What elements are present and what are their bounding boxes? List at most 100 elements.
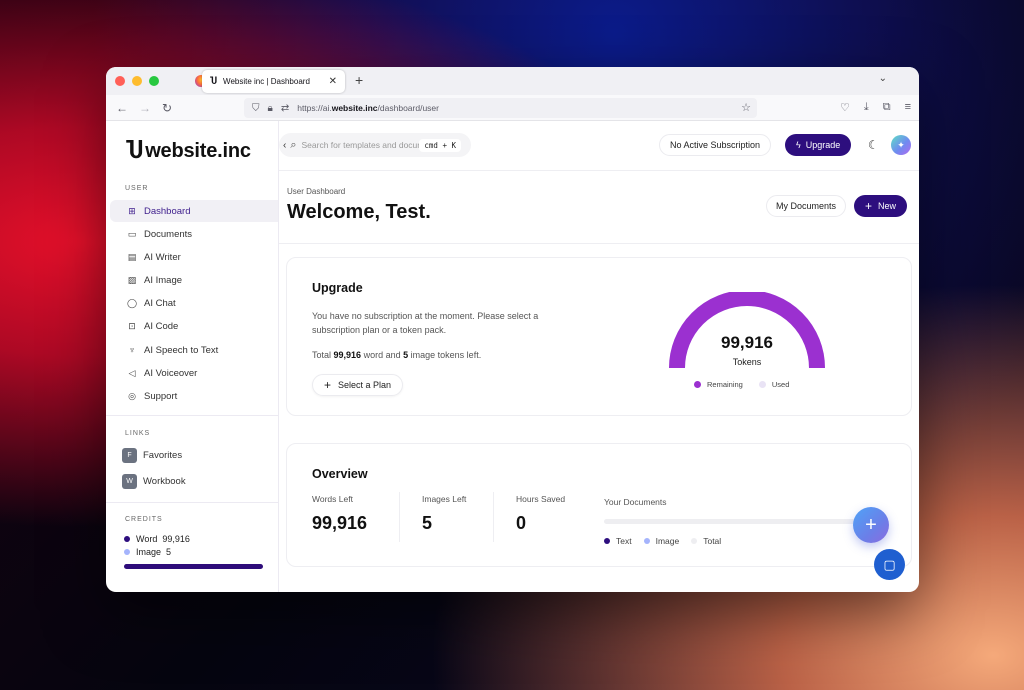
maximize-window-button[interactable] (149, 76, 159, 86)
search-icon: ⌕ (290, 138, 297, 151)
app-body: Ⴎ website.inc USER ⊞ Dashboard ▭ Documen… (106, 121, 919, 592)
back-arrow-icon[interactable]: ← (116, 101, 128, 115)
search-input[interactable]: Search for templates and documents... (302, 140, 420, 150)
sidebar-item-ai-image[interactable]: ▨ AI Image (110, 270, 278, 292)
browser-tabbar: Ⴎ Website inc | Dashboard ✕ + ⌄ (106, 67, 919, 95)
upgrade-card: Upgrade You have no subscription at the … (286, 257, 912, 416)
section-label-credits: CREDITS (125, 515, 163, 523)
close-tab-icon[interactable]: ✕ (329, 76, 337, 87)
page-title: Welcome, Test. (287, 201, 431, 223)
minimize-window-button[interactable] (132, 76, 142, 86)
stat-words-left: Words Left 99,916 (312, 494, 367, 534)
bookmark-star-icon[interactable]: ☆ (741, 101, 751, 114)
legend-used: Used (771, 380, 790, 389)
reload-icon[interactable]: ↻ (162, 101, 172, 115)
link-item-workbook[interactable]: W Workbook (106, 469, 278, 495)
stat-value: 99,916 (312, 513, 368, 533)
support-chat-button[interactable]: ▢ (874, 549, 905, 580)
collapse-sidebar-icon[interactable]: ‹ (283, 140, 286, 151)
legend-text: Text (616, 536, 632, 546)
chevron-down-icon[interactable]: ⌄ (879, 73, 887, 84)
add-floating-button[interactable]: + (853, 507, 889, 543)
overview-title: Overview (312, 467, 368, 481)
sidebar-item-label: AI Speech to Text (144, 344, 219, 356)
sidebar-item-dashboard[interactable]: ⊞ Dashboard (110, 200, 278, 222)
stat-label: Images Left (422, 494, 467, 504)
window-controls (115, 76, 159, 86)
tokens-summary: Total 99,916 word and 5 image tokens lef… (312, 350, 482, 360)
stat-hours-saved: Hours Saved 0 (516, 494, 565, 534)
credit-label: Image (136, 547, 162, 558)
sidebar-item-ai-voiceover[interactable]: ◁ AI Voiceover (110, 362, 278, 384)
sidebar-item-ai-writer[interactable]: ▤ AI Writer (110, 246, 278, 268)
image-icon: ▨ (127, 275, 137, 286)
gauge-value: 99,916 (721, 333, 773, 352)
terminal-icon: ⊡ (128, 321, 136, 332)
total-dot-icon (691, 538, 698, 544)
your-documents-label: Your Documents (604, 497, 667, 507)
pocket-icon[interactable]: ♡ (840, 101, 850, 114)
download-icon[interactable]: ⤓ (864, 101, 869, 114)
archive-icon: ▭ (127, 228, 137, 239)
stat-divider (399, 492, 400, 542)
shield-icon[interactable]: ⛉ (252, 103, 260, 114)
site-favicon-icon: Ⴎ (210, 76, 218, 86)
stat-label: Words Left (312, 494, 353, 504)
legend-image: Image (655, 536, 680, 546)
used-dot-icon (758, 381, 766, 388)
sidebar-item-label: AI Writer (144, 251, 181, 263)
url-text: https://ai.website.inc/dashboard/user (297, 103, 439, 113)
sidebar-item-ai-chat[interactable]: ◯ AI Chat (110, 293, 278, 315)
shortcut-hint: cmd + K (419, 138, 461, 152)
permissions-icon[interactable]: ⇄ (281, 103, 289, 114)
new-tab-icon[interactable]: + (355, 72, 363, 88)
avatar[interactable]: ✦ (891, 135, 911, 155)
menu-icon[interactable]: ≡ (905, 101, 911, 114)
url-bar[interactable]: ⛉ 🔒︎ ⇄ https://ai.website.inc/dashboard/… (244, 98, 757, 118)
lightning-icon: ϟ (796, 140, 801, 150)
credit-value: 99,916 (162, 534, 190, 545)
image-dot-icon (643, 538, 650, 544)
search-box[interactable]: ‹ ⌕ Search for templates and documents..… (279, 133, 471, 157)
sidebar-item-ai-code[interactable]: ⊡ AI Code (110, 316, 278, 338)
stat-value: 5 (422, 513, 433, 533)
upgrade-button[interactable]: ϟ Upgrade (785, 134, 852, 156)
legend-total: Total (703, 536, 722, 546)
browser-tab-active[interactable]: Ⴎ Website inc | Dashboard ✕ (202, 70, 345, 93)
select-plan-label: Select a Plan (338, 380, 392, 390)
upgrade-card-title: Upgrade (312, 281, 363, 295)
section-label-user: USER (125, 185, 149, 192)
breadcrumb: User Dashboard (287, 187, 346, 196)
sidebar-item-support[interactable]: ◎ Support (110, 386, 278, 408)
overview-card: Overview Words Left 99,916 Images Left 5… (286, 443, 912, 567)
link-label: Favorites (143, 450, 183, 462)
close-window-button[interactable] (115, 76, 125, 86)
link-badge: F (122, 448, 137, 464)
brand-logo[interactable]: Ⴎ website.inc (106, 121, 278, 169)
sidebar-item-documents[interactable]: ▭ Documents (110, 223, 278, 245)
my-documents-button[interactable]: My Documents (766, 195, 847, 217)
browser-window: Ⴎ Website inc | Dashboard ✕ + ⌄ ← → ↻ ⛉ … (106, 67, 919, 592)
word-tokens-value: 99,916 (333, 350, 362, 360)
credit-label: Word (136, 534, 158, 545)
new-button[interactable]: + New (854, 195, 908, 217)
link-item-favorites[interactable]: F Favorites (106, 443, 278, 469)
file-icon: ▤ (127, 251, 137, 262)
subscription-status-button[interactable]: No Active Subscription (659, 134, 772, 156)
dark-mode-moon-icon[interactable]: ☾ (868, 138, 879, 152)
browser-toolbar-icons: ♡ ⤓ ⧉ ≡ (840, 101, 911, 114)
upgrade-description: You have no subscription at the moment. … (312, 311, 539, 335)
word-dot-icon (124, 536, 130, 543)
link-badge: W (122, 474, 137, 490)
forward-arrow-icon[interactable]: → (139, 101, 151, 115)
gauge-label: Tokens (732, 357, 762, 367)
plus-icon: + (324, 378, 332, 392)
sidebar-item-ai-speech-to-text[interactable]: ♆ AI Speech to Text (110, 339, 278, 361)
select-plan-button[interactable]: + Select a Plan (312, 374, 404, 396)
sidebar-item-label: AI Chat (144, 298, 176, 310)
stat-divider (493, 492, 494, 542)
browser-navbar: ← → ↻ ⛉ 🔒︎ ⇄ https://ai.website.inc/dash… (106, 95, 919, 121)
extensions-icon[interactable]: ⧉ (883, 101, 891, 114)
lock-icon[interactable]: 🔒︎ (268, 103, 273, 114)
main-content: ‹ ⌕ Search for templates and documents..… (279, 121, 919, 592)
